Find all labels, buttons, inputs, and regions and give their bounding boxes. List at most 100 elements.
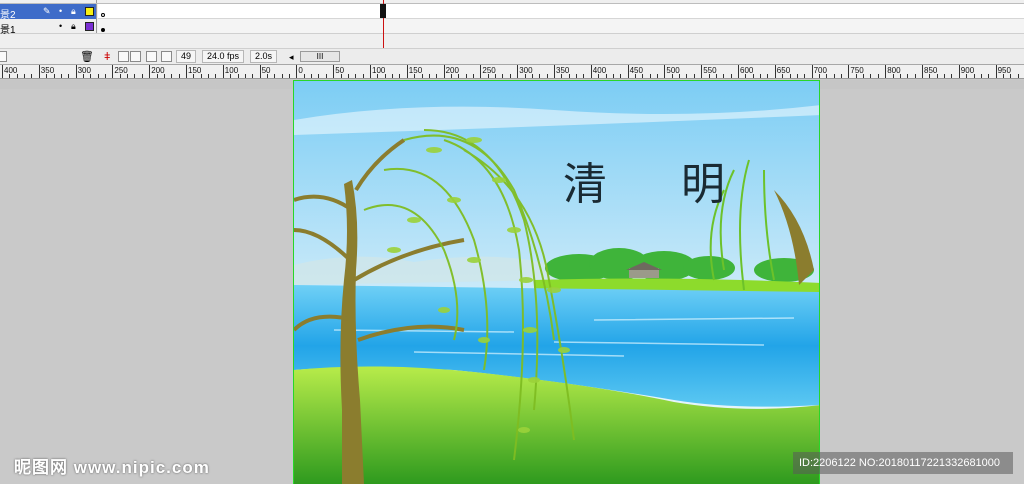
ruler-minor-tick <box>657 74 659 78</box>
ruler-minor-tick <box>973 74 975 78</box>
onion-skin-button[interactable] <box>118 51 129 62</box>
ruler-major-tick <box>848 65 850 78</box>
ruler-major-tick <box>664 65 666 78</box>
ruler-minor-tick <box>340 74 342 78</box>
ruler-minor-tick <box>723 74 725 78</box>
layer-color-swatch[interactable] <box>85 22 94 31</box>
layer-color-swatch[interactable] <box>85 7 94 16</box>
ruler-tick-label: 350 <box>40 66 55 75</box>
ruler-minor-tick <box>450 74 452 78</box>
ruler-minor-tick <box>782 74 784 78</box>
modify-onion-markers-button[interactable] <box>161 51 172 62</box>
empty-keyframe-icon[interactable] <box>101 13 105 17</box>
ruler-minor-tick <box>980 74 982 78</box>
ruler-minor-tick <box>105 74 107 78</box>
stage-canvas[interactable] <box>293 80 820 484</box>
timeline-scrollbar[interactable]: III <box>300 51 340 62</box>
ruler-minor-tick <box>634 74 636 78</box>
ruler-major-tick <box>149 65 151 78</box>
layer-frames[interactable] <box>98 19 1024 33</box>
lock-icon[interactable]: 🔒︎ <box>71 6 76 17</box>
ruler-tick-label: 750 <box>850 66 864 75</box>
ruler-minor-tick <box>576 74 578 78</box>
edit-multiple-frames-button[interactable] <box>146 51 157 62</box>
ruler-major-tick <box>922 65 923 78</box>
ruler-minor-tick <box>502 74 504 78</box>
ruler-minor-tick <box>399 74 401 78</box>
ruler-minor-tick <box>693 74 695 78</box>
ruler-minor-tick <box>163 74 165 78</box>
ruler-major-tick <box>296 65 298 78</box>
ruler-minor-tick <box>870 74 872 78</box>
ruler-minor-tick <box>193 74 195 78</box>
ruler-minor-tick <box>966 74 968 78</box>
ruler-major-tick <box>443 65 445 78</box>
ruler-minor-tick <box>495 74 497 78</box>
ruler-minor-tick <box>612 74 614 78</box>
ruler-minor-tick <box>715 74 717 78</box>
ruler-tick-label: 150 <box>408 66 423 75</box>
site-watermark: 昵图网 www.nipic.com <box>14 458 210 477</box>
ruler-tick-label: 550 <box>703 66 717 75</box>
visibility-dot-icon[interactable]: • <box>59 21 62 31</box>
ruler-minor-tick <box>428 74 430 78</box>
ruler-major-tick <box>517 65 519 78</box>
ruler-minor-tick <box>303 74 305 78</box>
ruler-tick-label: 650 <box>776 66 791 75</box>
pencil-icon[interactable]: ✎ <box>43 6 51 17</box>
ruler-major-tick <box>75 65 77 78</box>
ruler-minor-tick <box>524 74 526 78</box>
scroll-left-icon[interactable]: ◂ <box>289 51 294 63</box>
ruler-tick-label: 400 <box>4 66 18 75</box>
timeline-status-bar: 🗑︎ ǂ 49 24.0 fps 2.0s ◂ III <box>0 48 1024 65</box>
layer-name-cell[interactable]: 景2 ✎ • 🔒︎ <box>0 4 97 21</box>
ruler-minor-tick <box>1010 74 1012 78</box>
trash-icon[interactable]: 🗑︎ <box>80 51 94 63</box>
layer-row-scene-1[interactable]: 景1 • 🔒︎ <box>0 19 1024 36</box>
add-layer-button[interactable] <box>0 51 7 62</box>
ruler-minor-tick <box>82 74 84 78</box>
ruler-major-tick <box>590 65 592 78</box>
ruler-minor-tick <box>951 74 953 78</box>
ruler-tick-label: 450 <box>629 66 643 75</box>
ruler-minor-tick <box>436 74 438 78</box>
ruler-minor-tick <box>561 74 563 78</box>
ruler-minor-tick <box>539 74 541 78</box>
ruler-minor-tick <box>487 74 489 78</box>
ruler-tick-label: 800 <box>887 66 901 75</box>
ruler-minor-tick <box>598 74 600 78</box>
ruler-minor-tick <box>745 74 747 78</box>
ruler-tick-label: 300 <box>519 66 533 75</box>
ruler-minor-tick <box>215 74 217 78</box>
ruler-minor-tick <box>671 74 673 78</box>
ruler-minor-tick <box>421 74 423 78</box>
layer-row-scene-2[interactable]: 景2 ✎ • 🔒︎ <box>0 4 1024 21</box>
keyframe-icon[interactable] <box>101 28 105 32</box>
ruler-minor-tick <box>708 74 710 78</box>
ruler-minor-tick <box>605 74 607 78</box>
ruler-minor-tick <box>274 74 276 78</box>
ruler-major-tick <box>480 65 482 78</box>
ruler-major-tick <box>2 65 3 78</box>
ruler-minor-tick <box>568 74 570 78</box>
ruler-major-tick <box>995 65 997 78</box>
ruler-minor-tick <box>877 74 879 78</box>
layer-name-cell[interactable]: 景1 • 🔒︎ <box>0 19 97 36</box>
ruler-minor-tick <box>944 74 946 78</box>
ruler-minor-tick <box>642 74 644 78</box>
ruler-tick-label: 100 <box>224 66 239 75</box>
ruler-minor-tick <box>907 74 909 78</box>
visibility-dot-icon[interactable]: • <box>59 6 62 16</box>
lock-icon[interactable]: 🔒︎ <box>71 21 76 32</box>
ruler-major-tick <box>958 65 960 78</box>
onion-outline-button[interactable] <box>130 51 141 62</box>
center-frame-icon[interactable]: ǂ <box>104 51 110 63</box>
ruler-minor-tick <box>325 74 327 78</box>
ruler-minor-tick <box>281 74 283 78</box>
layer-frames[interactable] <box>98 4 1024 19</box>
ruler-minor-tick <box>473 74 475 78</box>
playhead-handle[interactable] <box>380 4 386 18</box>
ruler-tick-label: 600 <box>740 66 754 75</box>
ruler-tick-label: 500 <box>666 66 680 75</box>
ruler-tick-label: 250 <box>114 66 128 75</box>
